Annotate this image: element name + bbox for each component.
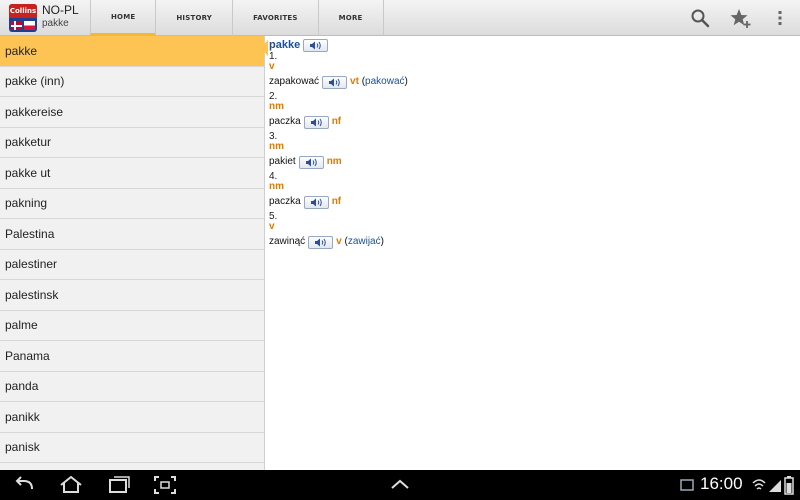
list-item[interactable]: Palestina <box>0 219 264 250</box>
translation-line: paczka nf <box>269 192 794 212</box>
sense-number: 5. <box>269 211 278 222</box>
speaker-icon[interactable] <box>303 195 329 209</box>
grammar-label: nf <box>331 196 342 207</box>
list-item[interactable]: pakke ut <box>0 158 264 189</box>
list-item[interactable]: palestinsk <box>0 280 264 311</box>
entry-panel: pakke 1. v zapakować vt (pakować) 2. nm … <box>269 38 794 468</box>
part-of-speech: nm <box>269 141 284 152</box>
list-item[interactable]: palestiner <box>0 250 264 280</box>
aspect-link[interactable]: pakować <box>365 77 404 87</box>
wifi-icon <box>752 479 766 490</box>
notification-icon[interactable] <box>680 479 694 491</box>
speaker-icon[interactable] <box>303 115 329 129</box>
part-of-speech: v <box>269 61 275 72</box>
system-bar: 16:00 <box>0 470 800 500</box>
headword-line: pakke <box>269 38 794 52</box>
translation-line: zawinąć v (zawijać) <box>269 232 794 252</box>
translation: paczka <box>269 196 301 207</box>
add-favorite-star-icon[interactable] <box>728 6 752 30</box>
overflow-menu-icon[interactable] <box>768 6 792 30</box>
translation: pakiet <box>269 156 296 167</box>
speaker-icon[interactable] <box>303 38 329 52</box>
aspect-paren-close: ) <box>380 236 384 247</box>
part-of-speech: nm <box>269 101 284 112</box>
search-icon[interactable] <box>688 6 712 30</box>
poland-flag-icon <box>24 21 35 30</box>
list-item[interactable]: pakkereise <box>0 97 264 128</box>
list-item[interactable]: pakning <box>0 189 264 219</box>
speaker-icon[interactable] <box>298 155 324 169</box>
clock: 16:00 <box>700 474 743 493</box>
part-of-speech: nm <box>269 181 284 192</box>
tab-more[interactable]: MORE <box>319 0 384 36</box>
current-word-subtitle: pakke <box>42 18 69 29</box>
norway-flag-icon <box>11 21 22 30</box>
collins-app-icon[interactable]: Collins <box>9 4 37 32</box>
list-item[interactable]: panikk <box>0 402 264 433</box>
tab-bar: HOME HISTORY FAVORITES MORE <box>90 0 384 36</box>
screenshot-icon[interactable] <box>152 474 178 496</box>
aspect-link[interactable]: zawijać <box>348 237 381 247</box>
home-icon[interactable] <box>58 474 84 496</box>
sense-number: 2. <box>269 91 278 102</box>
list-item[interactable]: pakke (inn) <box>0 67 264 97</box>
sense-number: 4. <box>269 171 278 182</box>
list-item[interactable]: palme <box>0 311 264 341</box>
sense-number: 1. <box>269 51 278 62</box>
chevron-up-icon[interactable] <box>388 474 412 496</box>
grammar-label: nm <box>326 156 342 167</box>
list-item[interactable]: Panama <box>0 341 264 372</box>
list-item[interactable]: panisk <box>0 433 264 463</box>
word-list[interactable]: pakke pakke (inn) pakkereise pakketur pa… <box>0 36 265 470</box>
recent-apps-icon[interactable] <box>106 474 132 496</box>
tab-favorites[interactable]: FAVORITES <box>233 0 319 36</box>
headword: pakke <box>269 39 301 51</box>
translation: paczka <box>269 116 301 127</box>
selection-pointer <box>260 40 268 56</box>
battery-icon <box>784 476 794 495</box>
tab-history[interactable]: HISTORY <box>156 0 234 36</box>
list-item[interactable]: pakke <box>0 36 264 67</box>
dictionary-title: NO-PL <box>42 3 79 17</box>
list-item[interactable]: pakketur <box>0 128 264 158</box>
aspect-paren-close: ) <box>404 76 408 87</box>
translation-line: paczka nf <box>269 112 794 132</box>
speaker-icon[interactable] <box>308 235 334 249</box>
grammar-label: vt <box>350 76 359 87</box>
flags-icon <box>11 21 35 30</box>
translation-line: pakiet nm <box>269 152 794 172</box>
list-item[interactable]: panda <box>0 372 264 402</box>
back-icon[interactable] <box>12 474 38 496</box>
collins-brand-label: Collins <box>9 4 37 18</box>
tab-home[interactable]: HOME <box>90 0 157 36</box>
speaker-icon[interactable] <box>322 75 348 89</box>
translation: zawinąć <box>269 236 306 247</box>
part-of-speech: v <box>269 221 275 232</box>
grammar-label: nf <box>331 116 342 127</box>
translation: zapakować <box>269 76 320 87</box>
action-bar: Collins NO-PL pakke HOME HISTORY FAVORIT… <box>0 0 800 36</box>
sense-number: 3. <box>269 131 278 142</box>
translation-line: zapakować vt (pakować) <box>269 72 794 92</box>
signal-icon <box>769 480 781 492</box>
